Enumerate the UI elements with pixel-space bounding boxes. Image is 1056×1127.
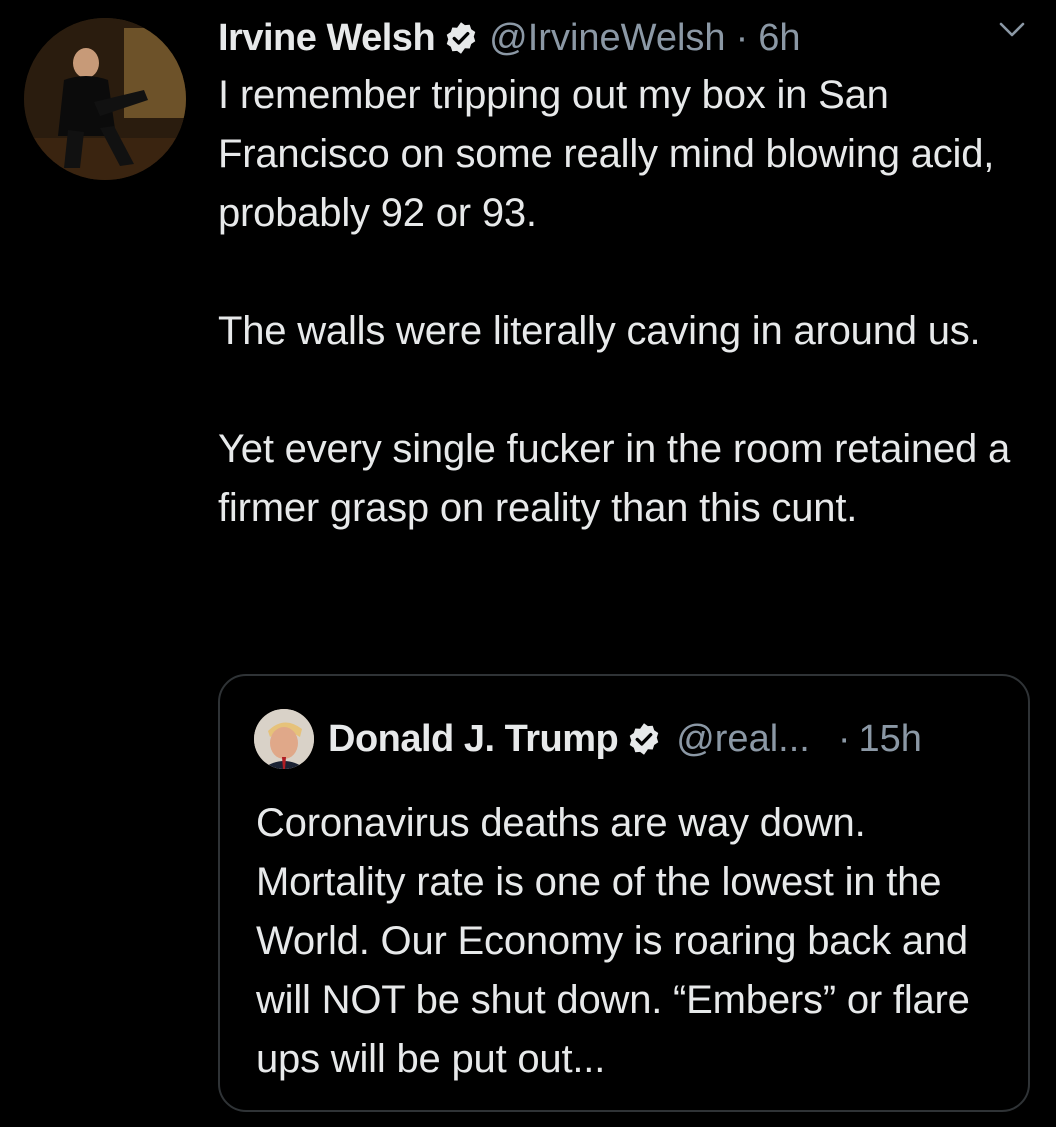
author-handle[interactable]: @IrvineWelsh bbox=[489, 17, 725, 60]
tweet-paragraph: Yet every single fucker in the room reta… bbox=[218, 427, 1010, 530]
verified-badge-icon bbox=[443, 20, 479, 56]
tweet-paragraph: I remember tripping out my box in San Fr… bbox=[218, 73, 995, 235]
verified-badge-icon bbox=[626, 721, 662, 757]
tweet-paragraph: The walls were literally caving in aroun… bbox=[218, 309, 981, 353]
author-avatar[interactable] bbox=[24, 18, 186, 180]
quoted-tweet-text: Coronavirus deaths are way down. Mortali… bbox=[256, 801, 970, 1081]
separator-dot: · bbox=[837, 717, 851, 760]
quoted-avatar-photo bbox=[254, 709, 314, 769]
quoted-author-avatar[interactable] bbox=[254, 709, 314, 769]
quoted-tweet-timestamp[interactable]: 15h bbox=[858, 718, 921, 761]
author-name[interactable]: Irvine Welsh bbox=[218, 17, 436, 60]
avatar-photo bbox=[24, 18, 186, 180]
chevron-down-icon[interactable] bbox=[998, 20, 1026, 40]
quoted-tweet[interactable]: Donald J. Trump @real... · 15h Coronavir… bbox=[218, 674, 1030, 1112]
tweet-timestamp[interactable]: 6h bbox=[758, 17, 800, 60]
quoted-author-name[interactable]: Donald J. Trump bbox=[328, 718, 619, 761]
tweet[interactable]: Irvine Welsh @IrvineWelsh · 6h I remembe… bbox=[0, 0, 1056, 1127]
quoted-author-handle[interactable]: @real... bbox=[676, 718, 810, 761]
tweet-text: I remember tripping out my box in San Fr… bbox=[218, 66, 1028, 538]
separator-dot: · bbox=[735, 16, 749, 59]
quoted-tweet-header: Donald J. Trump @real... · 15h bbox=[254, 706, 998, 772]
tweet-header: Irvine Welsh @IrvineWelsh · 6h bbox=[218, 8, 1036, 68]
